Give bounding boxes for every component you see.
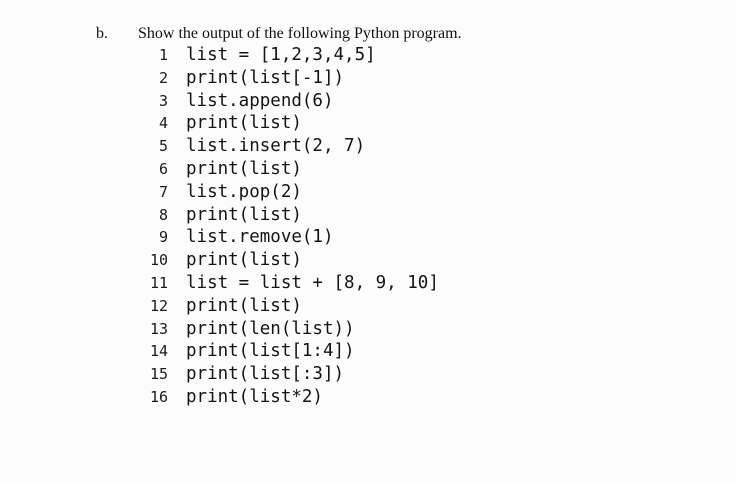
- code-line: 13 print(len(list)): [140, 318, 439, 341]
- code-text: list = [1,2,3,4,5]: [186, 45, 376, 65]
- code-line: 11 list = list + [8, 9, 10]: [140, 272, 439, 295]
- code-text: print(list*2): [186, 386, 323, 407]
- code-text: print(list[:3]): [186, 364, 345, 385]
- document-page: b. Show the output of the following Pyth…: [0, 0, 736, 482]
- code-line: 1 list = [1,2,3,4,5]: [140, 44, 439, 67]
- code-line: 7 list.pop(2): [140, 181, 439, 204]
- line-number: 12: [149, 296, 168, 315]
- code-line: 8 print(list): [140, 204, 439, 227]
- line-number: 6: [158, 159, 168, 178]
- code-text: list = list + [8, 9, 10]: [186, 272, 439, 293]
- code-line: 3 list.append(6): [140, 90, 439, 113]
- code-text: list.remove(1): [186, 227, 334, 248]
- line-number: 11: [149, 273, 168, 292]
- code-text: list.insert(2, 7): [186, 136, 366, 157]
- question-marker: b.: [96, 25, 108, 42]
- line-number: 3: [158, 91, 168, 110]
- code-line: 6 print(list): [140, 158, 439, 181]
- code-text: list.append(6): [186, 90, 334, 111]
- line-number: 9: [158, 228, 168, 247]
- code-block: 1 list = [1,2,3,4,5] 2 print(list[-1]) 3 li…: [140, 44, 439, 409]
- code-line: 9 list.remove(1): [140, 226, 439, 249]
- code-text: print(list[1:4]): [186, 341, 355, 362]
- line-number: 13: [149, 319, 168, 338]
- line-number: 2: [158, 68, 168, 87]
- code-line: 15 print(list[:3]): [140, 363, 439, 386]
- code-line: 10 print(list): [140, 249, 439, 272]
- code-line: 2 print(list[-1]): [140, 67, 439, 90]
- code-line: 16 print(list*2): [140, 386, 439, 409]
- line-number: 4: [158, 114, 168, 133]
- code-line: 5 list.insert(2, 7): [140, 135, 439, 158]
- code-text: print(list): [186, 295, 302, 316]
- line-number: 8: [158, 205, 168, 224]
- code-text: list.pop(2): [186, 181, 302, 202]
- code-line: 12 print(list): [140, 295, 439, 318]
- line-number: 7: [158, 182, 168, 201]
- code-line: 4 print(list): [140, 112, 439, 135]
- line-number: 14: [149, 342, 168, 361]
- line-number: 15: [149, 365, 168, 384]
- code-text: print(list): [186, 158, 302, 179]
- code-line: 14 print(list[1:4]): [140, 340, 439, 363]
- question-prompt: Show the output of the following Python …: [138, 25, 462, 42]
- line-number: 5: [158, 137, 168, 156]
- code-text: print(list): [186, 250, 302, 271]
- line-number: 1: [158, 46, 168, 64]
- code-text: print(list[-1]): [186, 67, 345, 88]
- code-text: print(list): [186, 113, 302, 134]
- code-text: print(len(list)): [186, 318, 355, 339]
- code-text: print(list): [186, 204, 302, 225]
- line-number: 16: [149, 387, 168, 406]
- line-number: 10: [149, 251, 168, 270]
